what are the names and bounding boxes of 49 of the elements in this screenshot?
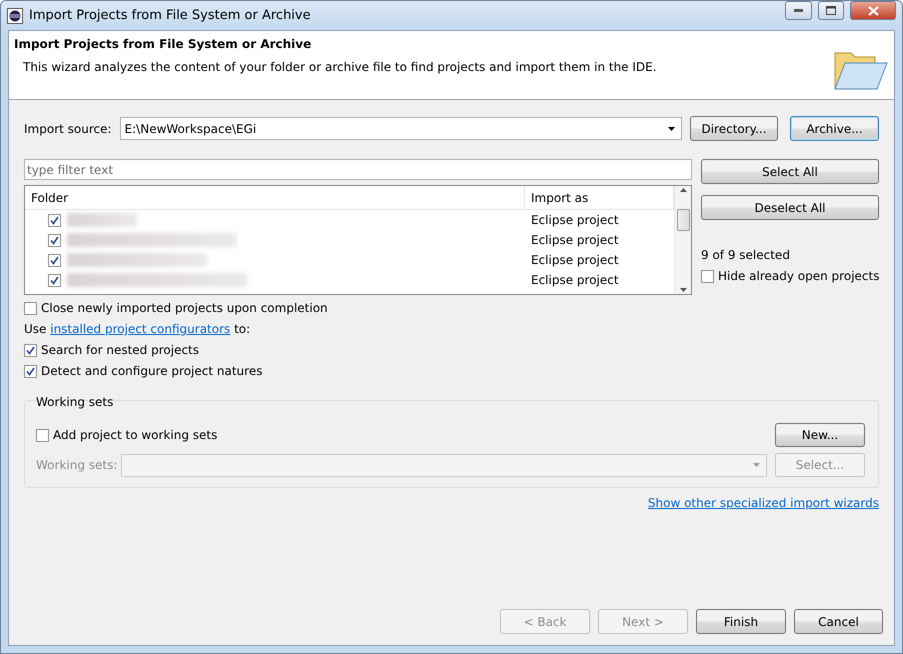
checkbox-label: Hide already open projects <box>718 269 880 283</box>
working-sets-label: Working sets: <box>36 458 118 472</box>
checkbox[interactable] <box>24 364 37 378</box>
blurred-folder-name <box>67 213 137 227</box>
close-button[interactable] <box>850 1 896 20</box>
directory-button[interactable]: Directory... <box>690 116 778 141</box>
checkbox[interactable] <box>48 274 61 286</box>
import-source-combobox[interactable]: E:\NewWorkspace\EGi <box>120 117 682 140</box>
minimize-icon <box>794 9 803 12</box>
checkbox-label: Add project to working sets <box>53 428 218 442</box>
page-title: Import Projects from File System or Archive <box>14 37 312 51</box>
checkbox[interactable] <box>701 270 714 282</box>
cancel-button[interactable]: Cancel <box>794 609 883 634</box>
select-all-button[interactable]: Select All <box>701 159 879 184</box>
table-cell-text: Eclipse project <box>530 233 620 247</box>
filter-field[interactable]: type filter text <box>24 159 692 180</box>
selected-count: 9 of 9 selected <box>701 248 791 262</box>
checkbox-label: Search for nested projects <box>41 343 200 357</box>
close-icon <box>868 6 878 16</box>
checkbox-label: Detect and configure project natures <box>41 364 262 378</box>
table-cell-text: Eclipse project <box>530 273 620 287</box>
page-description: This wizard analyzes the content of your folder or archive file to find projects and import them in the IDE. <box>22 60 658 74</box>
scroll-down-icon[interactable] <box>680 288 686 292</box>
checkbox[interactable] <box>48 214 61 226</box>
checkbox[interactable] <box>24 344 37 356</box>
import-wizards-link[interactable]: Show other specialized import wizards <box>648 496 879 510</box>
checkbox[interactable] <box>48 234 61 246</box>
dropdown-arrow-icon <box>753 463 760 467</box>
table-cell-text: Eclipse project <box>530 213 620 227</box>
scroll-up-icon[interactable] <box>680 188 686 192</box>
checkbox[interactable] <box>48 254 61 266</box>
deselect-all-button[interactable]: Deselect All <box>701 195 879 220</box>
configurators-link[interactable]: installed project configurators <box>50 322 230 336</box>
configurators-sentence: Use installed project configurators to: <box>24 322 250 336</box>
group-title: Working sets <box>36 395 114 409</box>
checkbox-label: Close newly imported projects upon completion <box>41 301 328 315</box>
column-header[interactable]: Folder <box>25 186 525 209</box>
maximize-icon <box>826 6 836 15</box>
maximize-button[interactable] <box>818 1 844 20</box>
import-source-label: Import source: <box>24 122 112 136</box>
window-title: Import Projects from File System or Archive <box>29 8 312 23</box>
scroll-thumb[interactable] <box>676 209 690 231</box>
checkbox[interactable] <box>24 302 37 314</box>
minimize-button[interactable] <box>785 1 812 20</box>
scrollbar[interactable] <box>674 186 691 294</box>
table-cell-text: Eclipse project <box>530 253 620 267</box>
finish-button[interactable]: Finish <box>696 609 786 634</box>
archive-button[interactable]: Archive... <box>790 116 879 141</box>
dropdown-arrow-icon <box>668 126 675 130</box>
